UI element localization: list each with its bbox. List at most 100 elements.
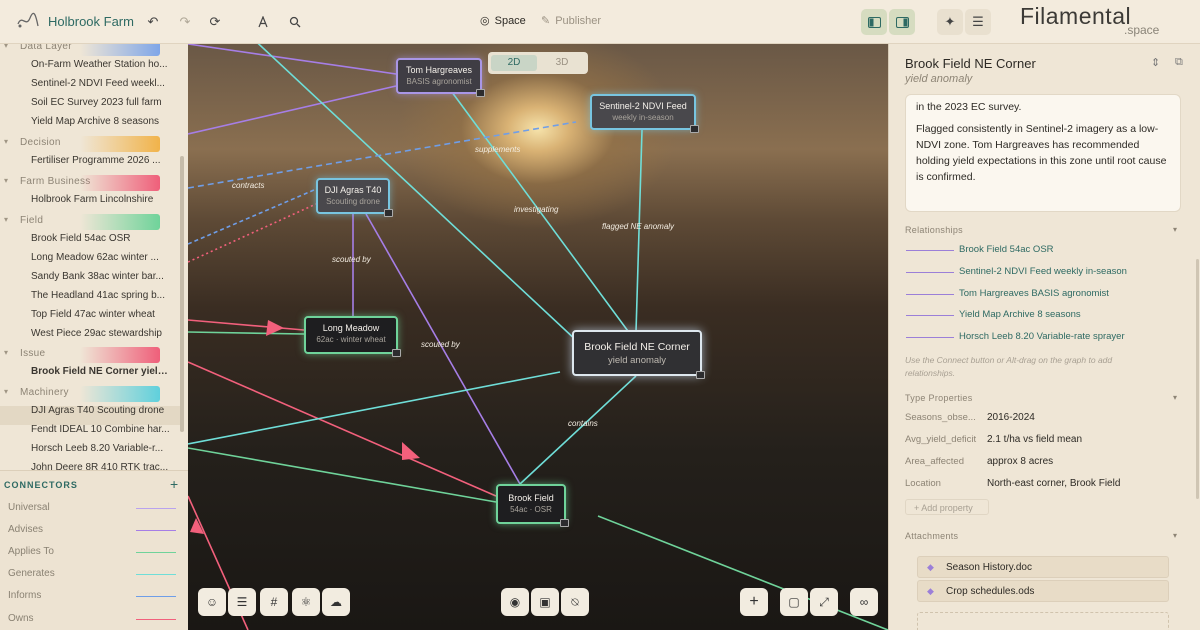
node-link-icon[interactable] (560, 519, 569, 527)
graph-node-long-meadow[interactable]: Long Meadow 62ac · winter wheat (304, 316, 401, 357)
space-mode-button[interactable]: ◎ Space (480, 14, 526, 28)
search-icon[interactable] (282, 9, 308, 35)
view-2d-button[interactable]: 2D (491, 55, 537, 71)
graph-canvas[interactable]: supplements contracts investigating flag… (188, 44, 888, 630)
sidebar-item[interactable]: On-Farm Weather Station ho... (31, 59, 171, 75)
publisher-mode-button[interactable]: ✎ Publisher (541, 14, 602, 28)
node-link-icon[interactable] (476, 89, 485, 97)
group-issue[interactable]: ▾ Issue (0, 347, 186, 364)
file-icon: ◆ (927, 562, 934, 572)
description-box[interactable]: in the 2023 EC survey. Flagged consisten… (905, 94, 1181, 212)
top-bar: Holbrook Farm ↶ ↷ ⟳ ◎ Space ✎ Publisher … (0, 0, 1200, 44)
sidebar-item-selected[interactable]: Brook Field NE Corner yield... (31, 366, 171, 382)
connector-informs[interactable]: Informs (8, 590, 41, 601)
property-value[interactable]: North-east corner, Brook Field (987, 478, 1120, 489)
relationship-item[interactable]: Sentinel-2 NDVI Feed weekly in-season (959, 266, 1127, 277)
sidebar: ▾ Data Layer On-Farm Weather Station ho.… (0, 44, 186, 470)
group-decision[interactable]: ▾ Decision (0, 136, 186, 153)
chevron-down-icon[interactable]: ▾ (1173, 531, 1177, 540)
view-3d-button[interactable]: 3D (539, 55, 585, 71)
sidebar-item[interactable]: The Headland 41ac spring b... (31, 290, 171, 306)
attachment-drop-zone[interactable] (917, 612, 1169, 630)
sidebar-item[interactable]: Brook Field 54ac OSR (31, 233, 171, 249)
connector-advises[interactable]: Advises (8, 524, 43, 535)
fingerprint-icon[interactable]: ◉ (501, 588, 529, 616)
connector-universal[interactable]: Universal (8, 502, 50, 513)
bell-off-icon[interactable]: ⍉ (561, 588, 589, 616)
panel-title[interactable]: Brook Field NE Corner (905, 56, 1036, 71)
panel-scrollbar[interactable] (1196, 259, 1199, 499)
menu-icon[interactable]: ☰ (965, 9, 991, 35)
sidebar-item[interactable]: West Piece 29ac stewardship (31, 328, 171, 344)
sidebar-item[interactable]: Fertiliser Programme 2026 ... (31, 155, 171, 171)
property-value[interactable]: 2016-2024 (987, 412, 1035, 423)
graph-node-tom-hargreaves[interactable]: Tom Hargreaves BASIS agronomist (396, 58, 485, 97)
node-link-icon[interactable] (690, 125, 699, 133)
attachment-item[interactable]: ◆ Crop schedules.ods (917, 580, 1169, 602)
relationship-item[interactable]: Yield Map Archive 8 seasons (959, 309, 1081, 320)
sidebar-item[interactable]: Soil EC Survey 2023 full farm (31, 97, 171, 113)
add-node-icon[interactable]: + (740, 588, 768, 616)
sidebar-item[interactable]: Sandy Bank 38ac winter bar... (31, 271, 171, 287)
relationship-item[interactable]: Tom Hargreaves BASIS agronomist (959, 288, 1109, 299)
expand-icon[interactable]: ⧉ (1175, 56, 1183, 69)
sidebar-item[interactable]: Fendt IDEAL 10 Combine har... (31, 424, 171, 440)
add-connector-icon[interactable]: + (170, 476, 178, 492)
group-farm-business[interactable]: ▾ Farm Business (0, 175, 186, 192)
relationship-item[interactable]: Brook Field 54ac OSR (959, 244, 1054, 255)
style-icon[interactable] (250, 9, 276, 35)
group-data-layer[interactable]: ▾ Data Layer (0, 44, 186, 57)
sidebar-item[interactable]: Long Meadow 62ac winter ... (31, 252, 171, 268)
sidebar-scrollbar[interactable] (180, 156, 184, 432)
sparkle-icon[interactable]: ✦ (937, 9, 963, 35)
view-mode-toggle[interactable]: 2D 3D (488, 52, 588, 74)
sidebar-item[interactable]: Sentinel-2 NDVI Feed weekl... (31, 78, 171, 94)
right-panel-toggle-icon[interactable] (889, 9, 915, 35)
connector-applies-to[interactable]: Applies To (8, 546, 54, 557)
group-machinery[interactable]: ▾ Machinery (0, 386, 186, 403)
grid-icon[interactable]: # (260, 588, 288, 616)
sidebar-item[interactable]: Top Field 47ac winter wheat (31, 309, 171, 325)
relationship-item[interactable]: Horsch Leeb 8.20 Variable-rate sprayer (959, 331, 1125, 342)
node-link-icon[interactable] (696, 371, 705, 379)
graph-node-sentinel-2[interactable]: Sentinel-2 NDVI Feed weekly in-season (590, 94, 699, 133)
app-title[interactable]: Holbrook Farm (48, 14, 134, 29)
sidebar-item[interactable]: Yield Map Archive 8 seasons (31, 116, 171, 132)
new-note-icon[interactable]: ▢ (780, 588, 808, 616)
attachment-name: Crop schedules.ods (946, 586, 1035, 597)
chevron-down-icon[interactable]: ▾ (1173, 393, 1177, 402)
add-property-button[interactable]: + Add property (905, 499, 989, 515)
property-value[interactable]: 2.1 t/ha vs field mean (987, 434, 1082, 445)
chevron-down-icon[interactable]: ▾ (1173, 225, 1177, 234)
cloud-icon[interactable]: ☁ (322, 588, 350, 616)
property-value[interactable]: approx 8 acres (987, 456, 1053, 467)
chevron-updown-icon[interactable]: ⇕ (1151, 56, 1160, 69)
connector-owns[interactable]: Owns (8, 613, 34, 624)
redo-icon[interactable]: ↷ (172, 9, 198, 35)
attachment-item[interactable]: ◆ Season History.doc (917, 556, 1169, 578)
graph-node-brook-field-ne-corner[interactable]: Brook Field NE Corner yield anomaly (572, 330, 705, 379)
node-link-icon[interactable] (384, 209, 393, 217)
left-panel-toggle-icon[interactable] (861, 9, 887, 35)
graph-node-dji-agras[interactable]: DJI Agras T40 Scouting drone (316, 178, 393, 217)
link-icon[interactable]: ∞ (850, 588, 878, 616)
undo-icon[interactable]: ↶ (140, 9, 166, 35)
node-link-icon[interactable] (392, 349, 401, 357)
camera-icon[interactable]: ▣ (531, 588, 559, 616)
edge-label: investigating (514, 205, 559, 214)
connector-swatch (136, 619, 176, 620)
sidebar-item[interactable]: DJI Agras T40 Scouting drone (31, 405, 171, 421)
sidebar-item[interactable]: Holbrook Farm Lincolnshire (31, 194, 171, 210)
group-field[interactable]: ▾ Field (0, 214, 186, 231)
atom-icon[interactable]: ⚛ (292, 588, 320, 616)
relationships-section-label: Relationships (905, 225, 963, 235)
align-icon[interactable]: ☰ (228, 588, 256, 616)
refresh-icon[interactable]: ⟳ (202, 9, 228, 35)
graph-node-brook-field[interactable]: Brook Field 54ac · OSR (496, 484, 569, 527)
sidebar-item[interactable]: Horsch Leeb 8.20 Variable-r... (31, 443, 171, 459)
connector-generates[interactable]: Generates (8, 568, 55, 579)
sidebar-item[interactable]: John Deere 8R 410 RTK trac... (31, 462, 171, 470)
publisher-mode-label: Publisher (555, 14, 602, 27)
emoji-icon[interactable]: ☺ (198, 588, 226, 616)
connect-icon[interactable]: ⤢ (810, 588, 838, 616)
